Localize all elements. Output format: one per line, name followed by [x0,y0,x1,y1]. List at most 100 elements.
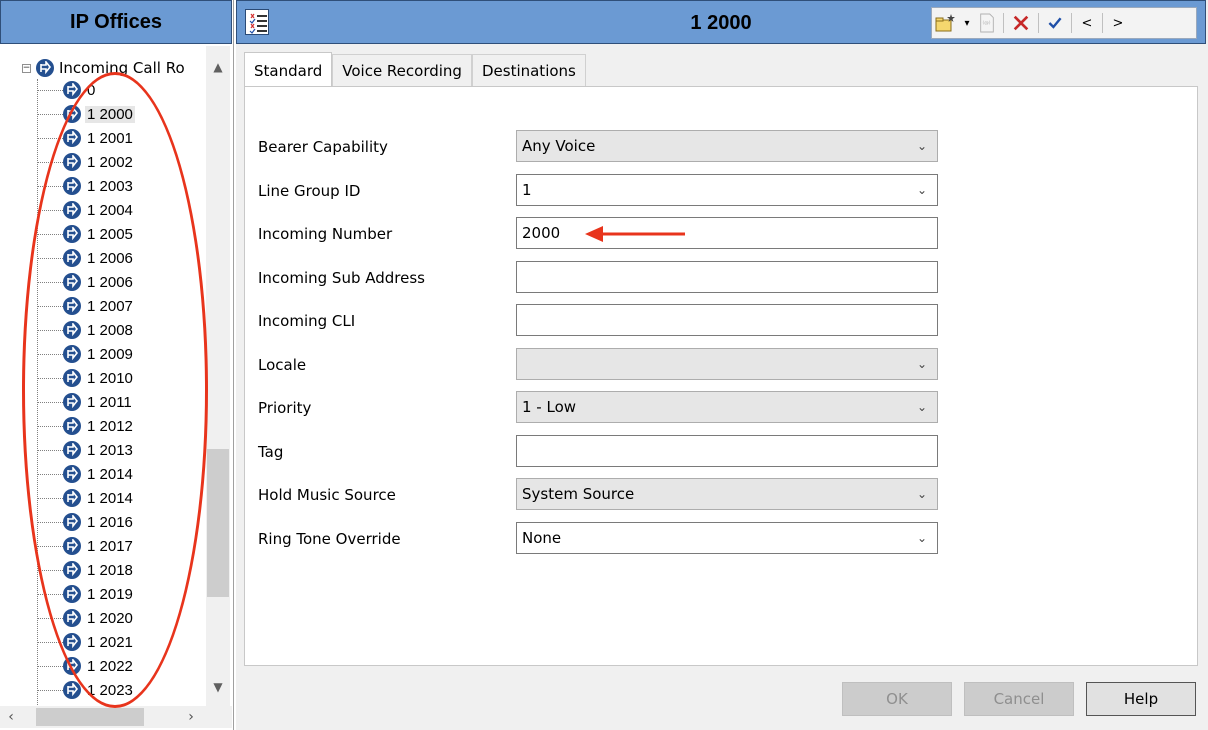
incoming-cli-field[interactable] [516,304,938,336]
tag-row: Tag [258,435,958,469]
tree-item[interactable]: 1 2016 [37,510,135,534]
tree-item[interactable]: 1 2000 [37,102,135,126]
tree-item[interactable]: 1 2002 [37,150,135,174]
tab-voice-recording[interactable]: Voice Recording [332,54,472,86]
tree-item-label: 1 2013 [87,441,133,459]
incoming-call-route-icon [63,369,81,387]
tree-vertical-scrollbar[interactable]: ▲ ▼ [206,46,230,706]
tree-item[interactable]: 1 2006 [37,246,135,270]
collapse-toggle-icon[interactable]: − [22,63,31,73]
incoming-call-route-icon [63,417,81,435]
scroll-down-icon[interactable]: ▼ [206,676,230,698]
tree-item[interactable]: 1 2017 [37,534,135,558]
priority-label: Priority [258,399,312,417]
list-menu-icon[interactable] [245,9,269,35]
help-button[interactable]: Help [1086,682,1196,716]
new-record-icon[interactable] [932,8,960,38]
chevron-down-icon[interactable]: ⌄ [915,139,929,153]
incoming-number-label: Incoming Number [258,225,393,243]
tree-item[interactable]: 1 2023 [37,678,135,702]
line-group-id-row: Line Group ID 1 ⌄ [258,174,958,208]
tree-connector [37,545,63,547]
apply-icon[interactable] [1042,8,1068,38]
incoming-number-value: 2000 [522,224,561,242]
tree-connector [37,353,63,355]
detail-panel: 1 2000 ▾ (@) < > Standard Voice Recordin… [236,0,1208,730]
tree-item[interactable]: 1 2019 [37,582,135,606]
tree-item-label: 1 2011 [87,393,132,411]
export-icon[interactable]: (@) [974,8,1000,38]
tree-connector [37,497,63,499]
delete-icon[interactable] [1007,8,1035,38]
bearer-capability-field[interactable]: Any Voice ⌄ [516,130,938,162]
tree-item[interactable]: 1 2009 [37,342,135,366]
tree-item[interactable]: 1 2010 [37,366,135,390]
tree-item[interactable]: 1 2020 [37,606,135,630]
locale-field[interactable]: ⌄ [516,348,938,380]
next-icon[interactable]: > [1106,8,1130,38]
tree-connector [37,377,63,379]
scroll-right-icon[interactable]: › [180,706,202,728]
tree-item[interactable]: 1 2021 [37,630,135,654]
tree-item[interactable]: 1 2006 [37,270,135,294]
tree-item-label: 1 2016 [87,513,133,531]
bearer-capability-label: Bearer Capability [258,138,388,156]
horizontal-scroll-thumb[interactable] [36,708,144,726]
tree-horizontal-scrollbar[interactable]: ‹ › [0,706,232,728]
priority-row: Priority 1 - Low ⌄ [258,391,958,425]
line-group-id-field[interactable]: 1 ⌄ [516,174,938,206]
incoming-sub-address-row: Incoming Sub Address [258,261,958,295]
cancel-button[interactable]: Cancel [964,682,1074,716]
chevron-down-icon[interactable]: ⌄ [915,183,929,197]
locale-label: Locale [258,356,307,374]
dropdown-arrow-icon[interactable]: ▾ [960,8,974,38]
tab-destinations[interactable]: Destinations [471,54,586,86]
incoming-call-route-icon [63,441,81,459]
tree-item-label: 1 2010 [87,369,133,387]
ok-button[interactable]: OK [842,682,952,716]
tree-item-label: 1 2014 [87,465,133,483]
tree-root-incoming-call-route[interactable]: − Incoming Call Ro [22,57,206,79]
tree-item[interactable]: 1 2007 [37,294,135,318]
ring-tone-override-field[interactable]: None ⌄ [516,522,938,554]
scroll-up-icon[interactable]: ▲ [206,56,230,78]
tree-item[interactable]: 0 [37,78,97,102]
tree-item[interactable]: 1 2001 [37,126,135,150]
navigation-tree: − Incoming Call Ro 0 1 2000 1 2001 1 2002 1 … [0,46,206,706]
tree-item[interactable]: 1 2018 [37,558,135,582]
scroll-left-icon[interactable]: ‹ [0,706,22,728]
vertical-scroll-thumb[interactable] [207,449,229,597]
tree-item[interactable]: 1 2012 [37,414,135,438]
tree-item[interactable]: 1 2008 [37,318,135,342]
detail-header: 1 2000 ▾ (@) < > [236,0,1206,44]
incoming-number-field[interactable]: 2000 [516,217,938,249]
tree-item[interactable]: 1 2003 [37,174,135,198]
tag-field[interactable] [516,435,938,467]
tree-connector [37,617,63,619]
incoming-call-route-icon [63,273,81,291]
priority-field[interactable]: 1 - Low ⌄ [516,391,938,423]
bearer-capability-value: Any Voice [522,137,596,155]
tree-item[interactable]: 1 2022 [37,654,135,678]
record-toolbar: ▾ (@) < > [931,7,1197,39]
chevron-down-icon[interactable]: ⌄ [915,531,929,545]
tree-item[interactable]: 1 2014 [37,462,135,486]
tree-item[interactable]: 1 2011 [37,390,134,414]
hold-music-source-field[interactable]: System Source ⌄ [516,478,938,510]
previous-icon[interactable]: < [1075,8,1099,38]
incoming-sub-address-label: Incoming Sub Address [258,269,425,287]
tree-item[interactable]: 1 2014 [37,486,135,510]
incoming-sub-address-field[interactable] [516,261,938,293]
tree-item-label: 1 2005 [87,225,133,243]
ring-tone-override-value: None [522,529,562,547]
tree-item[interactable]: 1 2004 [37,198,135,222]
tree-item-label: 1 2006 [87,273,133,291]
tree-item[interactable]: 1 2005 [37,222,135,246]
tab-standard[interactable]: Standard [244,52,333,88]
incoming-call-route-icon [63,177,81,195]
chevron-down-icon[interactable]: ⌄ [915,487,929,501]
tree-connector [37,689,63,691]
chevron-down-icon[interactable]: ⌄ [915,400,929,414]
chevron-down-icon[interactable]: ⌄ [915,357,929,371]
tree-item[interactable]: 1 2013 [37,438,135,462]
